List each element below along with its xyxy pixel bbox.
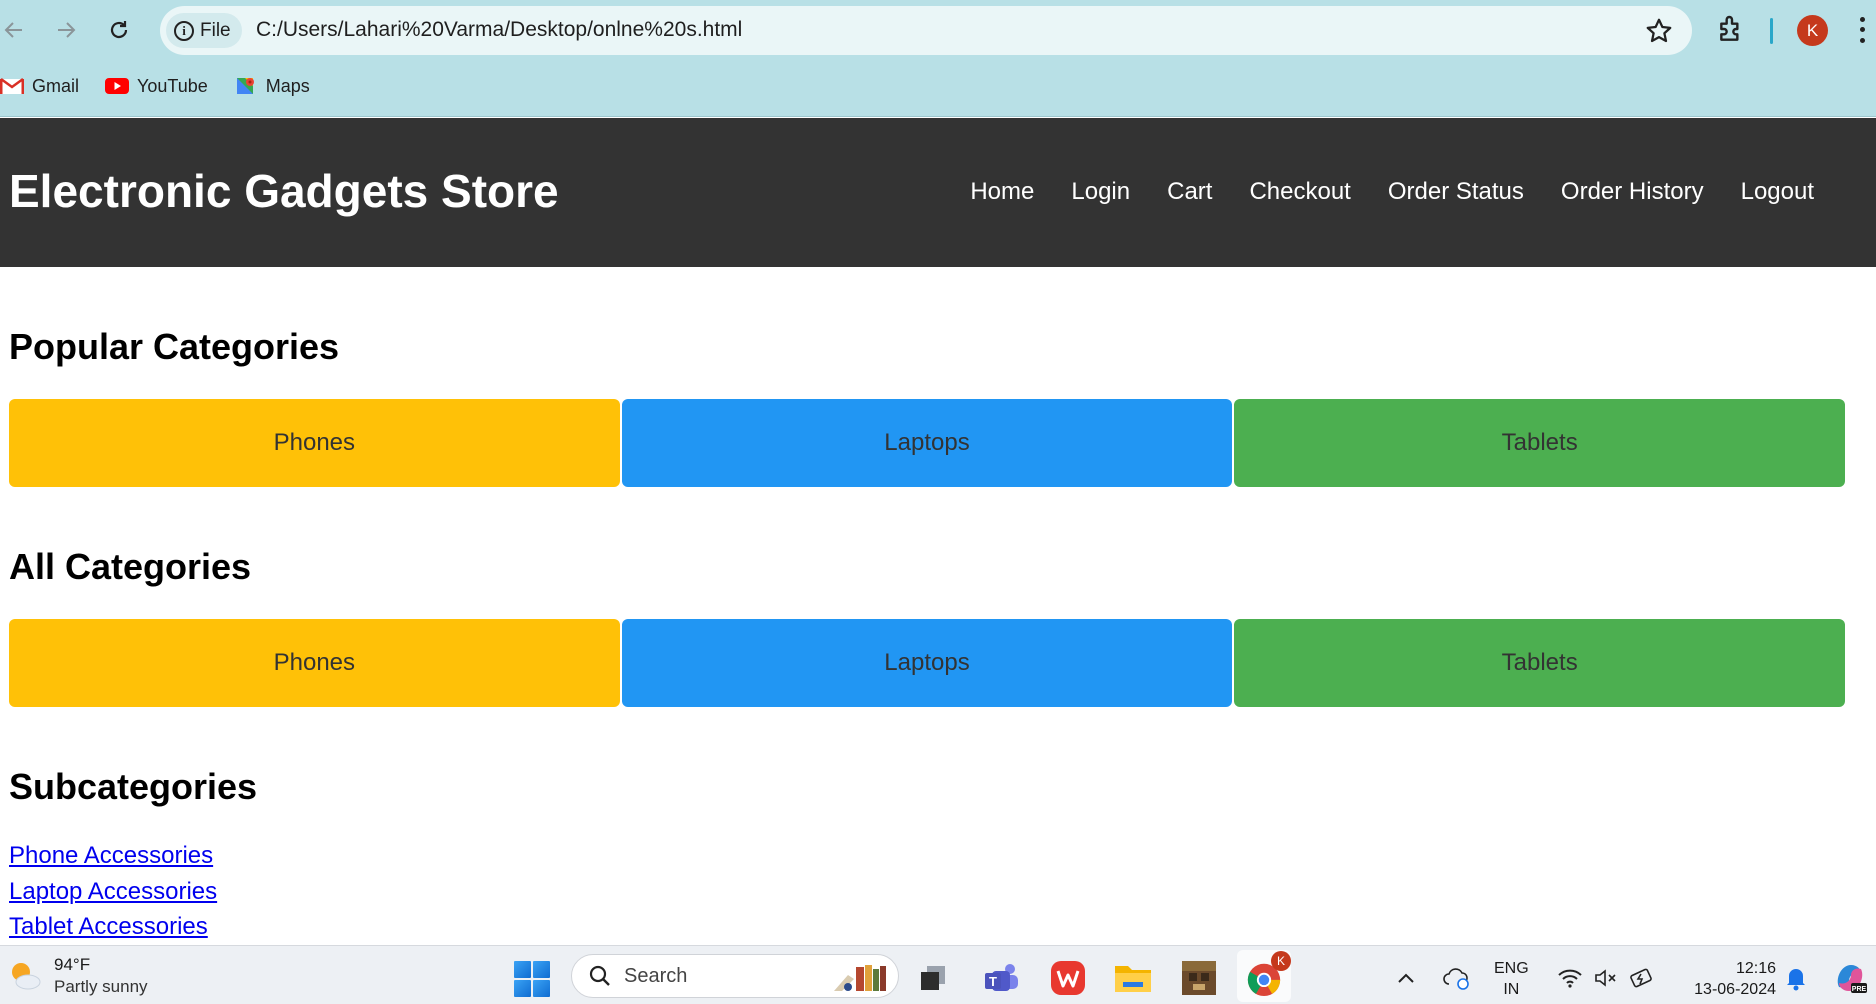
site-title: Electronic Gadgets Store [9, 165, 559, 217]
all-category-phones[interactable]: Phones [9, 619, 620, 707]
search-icon [589, 965, 610, 986]
file-explorer-icon[interactable] [1114, 959, 1152, 997]
chrome-profile-badge: K [1271, 951, 1291, 971]
nav-logout[interactable]: Logout [1741, 178, 1814, 206]
info-icon: i [174, 20, 194, 41]
nav-cart[interactable]: Cart [1167, 178, 1212, 206]
weather-temperature: 94°F [54, 955, 91, 974]
bookmark-label: Maps [265, 75, 310, 96]
site-chip-label: File [200, 19, 231, 41]
popular-category-phones[interactable]: Phones [9, 399, 620, 487]
popular-category-tablets[interactable]: Tablets [1234, 399, 1846, 487]
teams-icon[interactable]: T [983, 959, 1021, 997]
toolbar-divider [1770, 18, 1773, 44]
url-text[interactable]: C:/Users/Lahari%20Varma/Desktop/onlne%20… [256, 18, 742, 42]
language-region: IN [1503, 981, 1520, 998]
language-code: ENG [1494, 960, 1529, 977]
all-categories-row: Phones Laptops Tablets [9, 619, 1846, 707]
popular-categories-heading: Popular Categories [9, 326, 340, 367]
bookmark-star-icon[interactable] [1644, 16, 1674, 46]
nav-home[interactable]: Home [970, 178, 1034, 206]
search-highlight-books-icon [834, 965, 886, 991]
nav-checkout[interactable]: Checkout [1249, 178, 1350, 206]
show-hidden-icons-chevron-icon[interactable] [1391, 959, 1421, 997]
task-view-icon[interactable] [914, 959, 952, 997]
subcategories-heading: Subcategories [9, 766, 258, 807]
nav-order-status[interactable]: Order Status [1388, 178, 1524, 206]
popular-category-laptops[interactable]: Laptops [621, 399, 1233, 487]
windows-start-icon[interactable] [514, 961, 550, 997]
subcategory-link-laptop-accessories[interactable]: Laptop Accessories [9, 874, 217, 910]
nav-order-history[interactable]: Order History [1561, 178, 1704, 206]
all-category-tablets[interactable]: Tablets [1234, 619, 1846, 707]
subcategory-list: Phone Accessories Laptop Accessories Tab… [9, 838, 217, 945]
bookmark-maps[interactable]: Maps [234, 76, 310, 97]
battery-charging-icon[interactable] [1626, 959, 1658, 997]
clock-time: 12:16 [1735, 960, 1776, 977]
profile-avatar[interactable]: K [1797, 15, 1828, 46]
maps-icon [236, 78, 254, 94]
main-nav: Home Login Cart Checkout Order Status Or… [970, 178, 1814, 206]
onedrive-sync-icon[interactable] [1440, 959, 1474, 997]
taskbar-search[interactable]: Search [571, 954, 899, 998]
all-category-laptops[interactable]: Laptops [621, 619, 1233, 707]
system-clock[interactable]: 12:16 13-06-2024 [1680, 958, 1776, 1000]
address-bar[interactable]: i File C:/Users/Lahari%20Varma/Desktop/o… [160, 6, 1692, 55]
bookmark-label: Gmail [32, 75, 80, 96]
weather-widget[interactable]: 94°F Partly sunny [6, 954, 148, 998]
minecraft-app-icon[interactable] [1180, 959, 1218, 997]
forward-arrow-icon [58, 22, 76, 38]
back-arrow-icon [4, 22, 22, 38]
wps-office-icon[interactable] [1049, 959, 1087, 997]
chrome-icon[interactable]: K [1245, 951, 1291, 997]
bookmark-label: YouTube [137, 75, 208, 96]
site-info-chip[interactable]: i File [166, 13, 242, 48]
gmail-icon [0, 77, 24, 94]
browser-menu-icon[interactable] [1856, 14, 1868, 46]
language-indicator[interactable]: ENG IN [1494, 958, 1529, 1000]
popular-categories-row: Phones Laptops Tablets [9, 399, 1846, 487]
bookmark-youtube[interactable]: YouTube [105, 76, 208, 97]
forward-button[interactable] [48, 12, 84, 48]
all-categories-heading: All Categories [9, 546, 252, 587]
clock-date: 13-06-2024 [1694, 981, 1776, 998]
youtube-icon [105, 78, 130, 94]
wifi-icon[interactable] [1554, 959, 1586, 997]
back-button[interactable] [0, 12, 32, 48]
reload-icon [110, 21, 128, 39]
site-header: Electronic Gadgets Store Home Login Cart… [0, 118, 1876, 267]
copilot-icon[interactable]: PRE [1830, 959, 1870, 997]
extensions-puzzle-icon[interactable] [1716, 13, 1748, 45]
svg-text:PRE: PRE [1852, 986, 1867, 993]
weather-description: Partly sunny [54, 977, 148, 996]
nav-login[interactable]: Login [1071, 178, 1130, 206]
partly-sunny-icon [12, 963, 41, 990]
bookmarks-bar: Gmail YouTube Maps [0, 70, 336, 102]
subcategory-link-tablet-accessories[interactable]: Tablet Accessories [9, 909, 217, 945]
notification-bell-icon[interactable] [1780, 959, 1812, 997]
browser-toolbar: i File C:/Users/Lahari%20Varma/Desktop/o… [0, 0, 1876, 117]
svg-text:T: T [989, 974, 997, 989]
search-label: Search [624, 964, 688, 987]
speaker-muted-icon[interactable] [1590, 959, 1622, 997]
subcategory-link-phone-accessories[interactable]: Phone Accessories [9, 838, 217, 874]
reload-button[interactable] [101, 12, 137, 48]
taskbar: 94°F Partly sunny Search T K ENG IN 12:1… [0, 945, 1876, 1004]
bookmark-gmail[interactable]: Gmail [0, 76, 79, 97]
